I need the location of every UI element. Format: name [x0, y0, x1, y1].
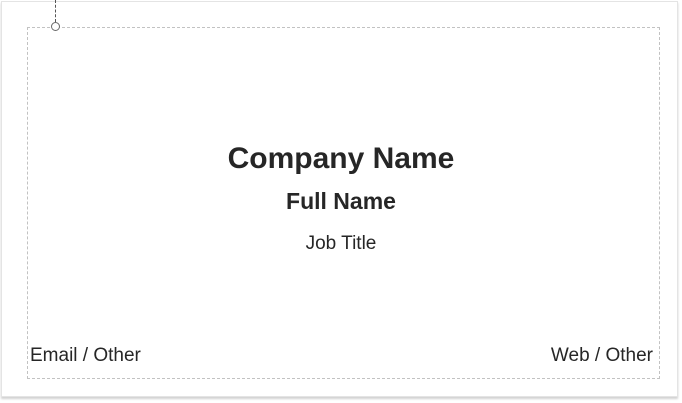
job-title-text[interactable]: Job Title: [0, 233, 682, 255]
company-name-text[interactable]: Company Name: [0, 142, 682, 176]
email-other-text[interactable]: Email / Other: [30, 345, 141, 367]
web-other-text[interactable]: Web / Other: [551, 345, 653, 367]
rotation-handle[interactable]: [51, 22, 60, 31]
full-name-text[interactable]: Full Name: [0, 188, 682, 215]
rotation-handle-line: [55, 0, 56, 22]
editor-canvas: Company Name Full Name Job Title Email /…: [0, 0, 682, 403]
